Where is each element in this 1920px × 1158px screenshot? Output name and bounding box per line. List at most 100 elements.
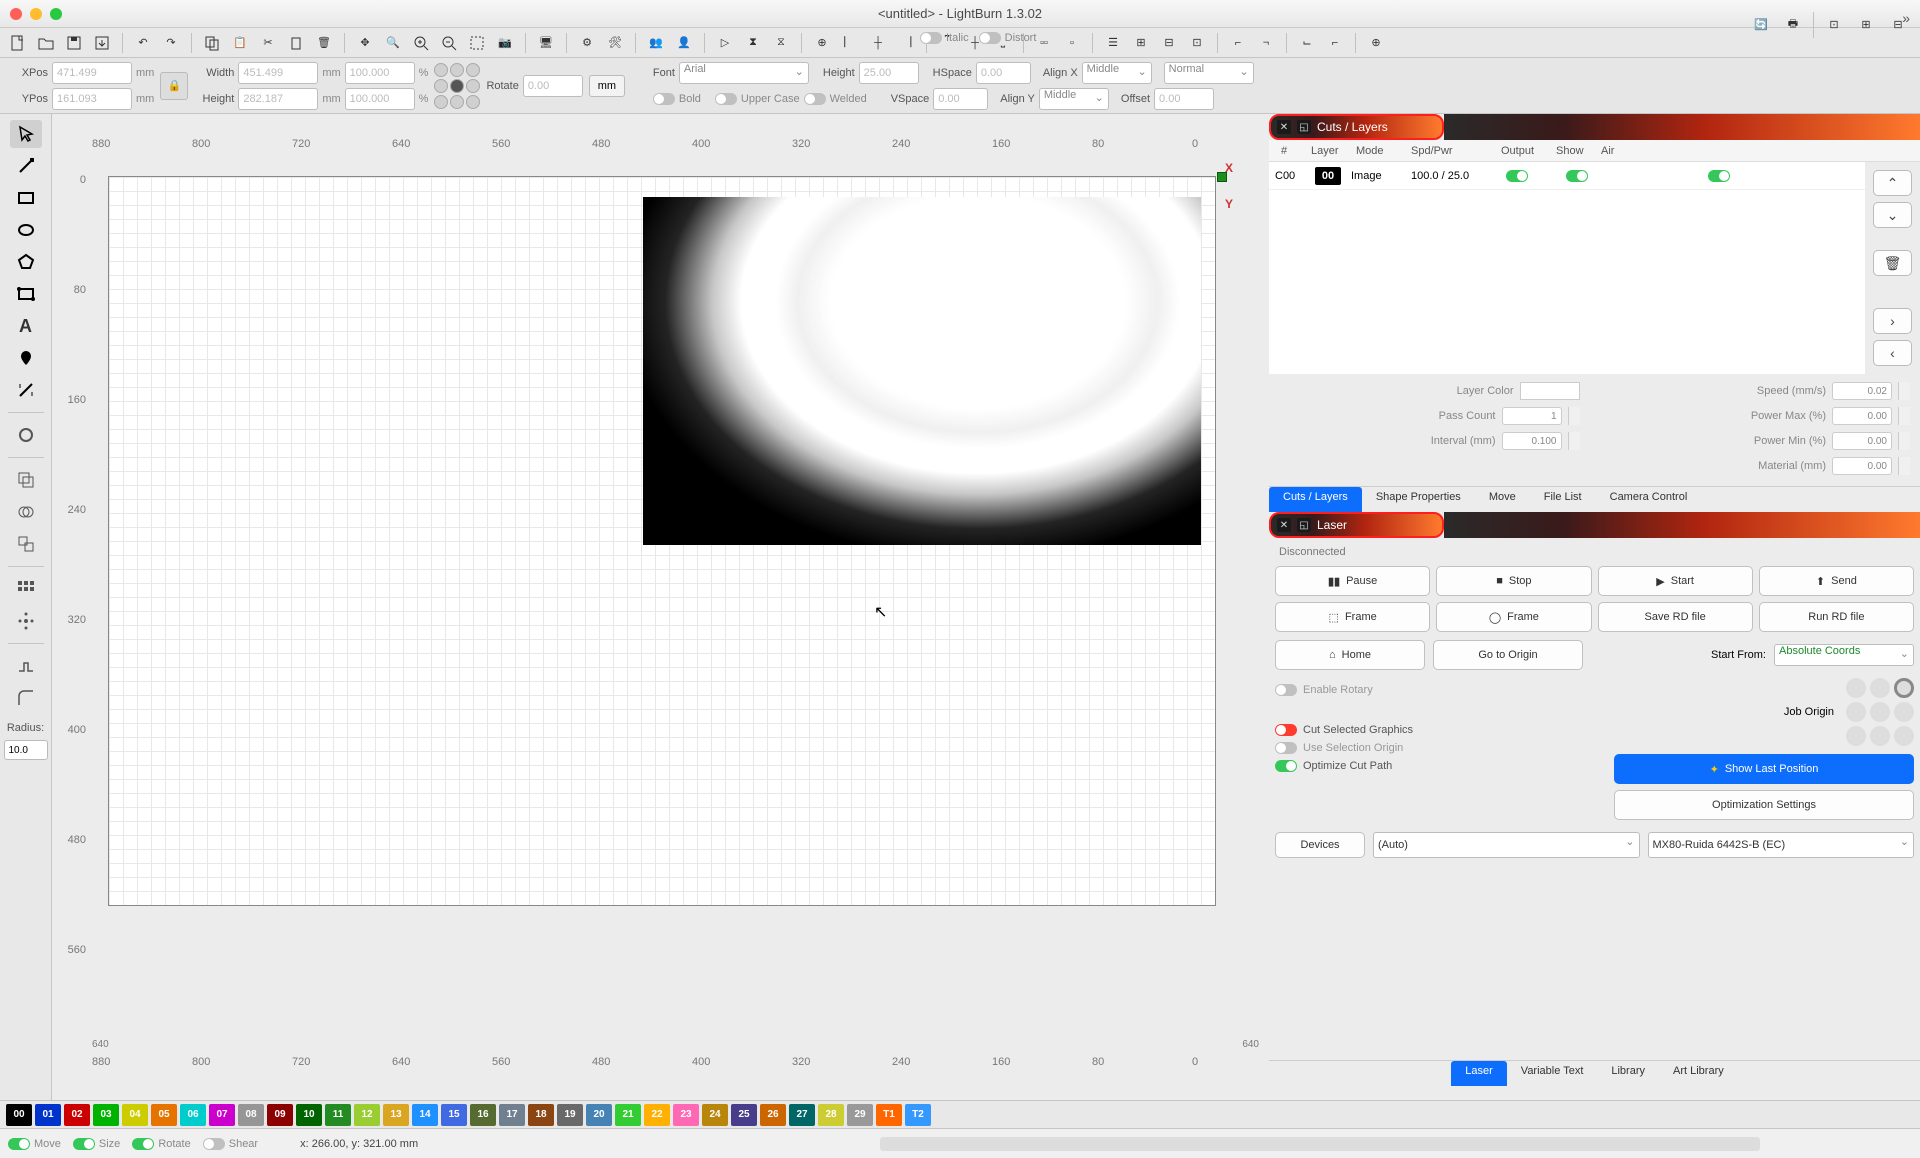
float-panel-icon[interactable]: ◱ — [1297, 518, 1311, 532]
rectangle-tool[interactable] — [10, 184, 42, 212]
device-auto-select[interactable]: (Auto) — [1373, 832, 1640, 858]
palette-color-23[interactable]: 23 — [673, 1104, 699, 1126]
palette-color-08[interactable]: 08 — [238, 1104, 264, 1126]
tab-library[interactable]: Library — [1597, 1061, 1659, 1086]
power-min-input[interactable] — [1832, 432, 1892, 450]
palette-color-21[interactable]: 21 — [615, 1104, 641, 1126]
arrange-icon-1[interactable]: ☰ — [1101, 31, 1125, 55]
layer-delete-button[interactable]: 🗑 — [1873, 250, 1912, 276]
laser-panel-header[interactable]: ✕ ◱ Laser — [1269, 512, 1444, 538]
measure-tool[interactable] — [10, 376, 42, 404]
arrange-icon-3[interactable]: ⊟ — [1157, 31, 1181, 55]
undo-icon[interactable]: ↶ — [131, 31, 155, 55]
status-slider[interactable] — [880, 1137, 1760, 1151]
mirror-v-icon[interactable]: ⧖ — [769, 31, 793, 55]
tab-variable-text[interactable]: Variable Text — [1507, 1061, 1598, 1086]
alignx-select[interactable]: Middle — [1082, 62, 1152, 84]
pan-icon[interactable]: ✥ — [353, 31, 377, 55]
xpos-input[interactable] — [52, 62, 132, 84]
shear-toggle[interactable] — [203, 1138, 225, 1150]
close-window-icon[interactable] — [10, 8, 22, 20]
layer-row[interactable]: C00 00 Image 100.0 / 25.0 — [1269, 162, 1865, 190]
play-icon[interactable]: ▷ — [713, 31, 737, 55]
cut-icon[interactable]: ✂ — [256, 31, 280, 55]
zoom-in-icon[interactable] — [409, 31, 433, 55]
power-max-input[interactable] — [1832, 407, 1892, 425]
text-tool[interactable]: A — [10, 312, 42, 340]
tab-camera-control[interactable]: Camera Control — [1596, 487, 1702, 512]
tab-art-library[interactable]: Art Library — [1659, 1061, 1738, 1086]
open-file-icon[interactable] — [34, 31, 58, 55]
corner-bl-icon[interactable]: ⌙ — [1295, 31, 1319, 55]
unit-toggle-button[interactable]: mm — [589, 75, 625, 97]
job-origin-grid[interactable] — [1846, 678, 1914, 746]
palette-color-16[interactable]: 16 — [470, 1104, 496, 1126]
corner-tl-icon[interactable]: ⌐ — [1226, 31, 1250, 55]
palette-color-25[interactable]: 25 — [731, 1104, 757, 1126]
weld-tool[interactable] — [10, 530, 42, 558]
speed-input[interactable] — [1832, 382, 1892, 400]
show-last-position-button[interactable]: ✦Show Last Position — [1614, 754, 1914, 784]
palette-color-28[interactable]: 28 — [818, 1104, 844, 1126]
corner-tr-icon[interactable]: ¬ — [1254, 31, 1278, 55]
palette-color-26[interactable]: 26 — [760, 1104, 786, 1126]
vspace-input[interactable] — [933, 88, 988, 110]
palette-color-00[interactable]: 00 — [6, 1104, 32, 1126]
italic-toggle[interactable] — [920, 32, 942, 44]
delete-icon[interactable]: 🗑 — [312, 31, 336, 55]
marker-tool[interactable] — [10, 344, 42, 372]
rotate-toggle[interactable] — [132, 1138, 154, 1150]
import-icon[interactable] — [90, 31, 114, 55]
palette-color-03[interactable]: 03 — [93, 1104, 119, 1126]
enable-rotary-toggle[interactable] — [1275, 684, 1297, 696]
welded-toggle[interactable] — [804, 93, 826, 105]
upper-toggle[interactable] — [715, 93, 737, 105]
pass-count-input[interactable] — [1502, 407, 1562, 425]
save-file-icon[interactable] — [62, 31, 86, 55]
home-button[interactable]: ⌂Home — [1275, 640, 1425, 670]
origin-grid[interactable] — [434, 63, 480, 109]
zoom-selection-icon[interactable] — [465, 31, 489, 55]
rotate-input[interactable] — [523, 75, 583, 97]
tab-file-list[interactable]: File List — [1530, 487, 1596, 512]
refresh-icon[interactable]: 🔄 — [1749, 12, 1773, 36]
zoom-fit-icon[interactable]: 🔍 — [381, 31, 405, 55]
palette-color-29[interactable]: 29 — [847, 1104, 873, 1126]
ungroup-icon[interactable]: 👤 — [672, 31, 696, 55]
width-input[interactable] — [238, 62, 318, 84]
align-vcenter-icon[interactable]: ┼ — [866, 31, 890, 55]
maximize-window-icon[interactable] — [50, 8, 62, 20]
clipboard-icon[interactable] — [284, 31, 308, 55]
frame-rubber-button[interactable]: ◯Frame — [1436, 602, 1591, 632]
height-pct-input[interactable] — [345, 88, 415, 110]
circle-target-tool[interactable] — [10, 421, 42, 449]
offset-tool[interactable] — [10, 466, 42, 494]
palette-color-07[interactable]: 07 — [209, 1104, 235, 1126]
interval-input[interactable] — [1502, 432, 1562, 450]
boolean-tool[interactable] — [10, 498, 42, 526]
copy-icon[interactable] — [200, 31, 224, 55]
snap-icon-2[interactable]: ⊞ — [1854, 12, 1878, 36]
new-file-icon[interactable] — [6, 31, 30, 55]
optimization-settings-button[interactable]: Optimization Settings — [1614, 790, 1914, 820]
tab-laser[interactable]: Laser — [1451, 1061, 1507, 1086]
palette-color-15[interactable]: 15 — [441, 1104, 467, 1126]
distort-toggle[interactable] — [979, 32, 1001, 44]
palette-color-13[interactable]: 13 — [383, 1104, 409, 1126]
font-height-input[interactable] — [859, 62, 919, 84]
float-panel-icon[interactable]: ◱ — [1297, 120, 1311, 134]
ypos-input[interactable] — [52, 88, 132, 110]
select-tool[interactable] — [10, 120, 42, 148]
size-toggle[interactable] — [73, 1138, 95, 1150]
use-selection-origin-toggle[interactable] — [1275, 742, 1297, 754]
radius-input[interactable] — [4, 740, 48, 760]
tab-tool[interactable] — [10, 652, 42, 680]
align-center-icon[interactable]: ⊕ — [810, 31, 834, 55]
palette-color-01[interactable]: 01 — [35, 1104, 61, 1126]
align-right-icon[interactable]: ⎹ — [894, 31, 918, 55]
palette-color-24[interactable]: 24 — [702, 1104, 728, 1126]
ellipse-tool[interactable] — [10, 216, 42, 244]
layer-up-button[interactable]: ⌃ — [1873, 170, 1912, 196]
palette-color-14[interactable]: 14 — [412, 1104, 438, 1126]
machine-select[interactable]: MX80-Ruida 6442S-B (EC) — [1648, 832, 1915, 858]
